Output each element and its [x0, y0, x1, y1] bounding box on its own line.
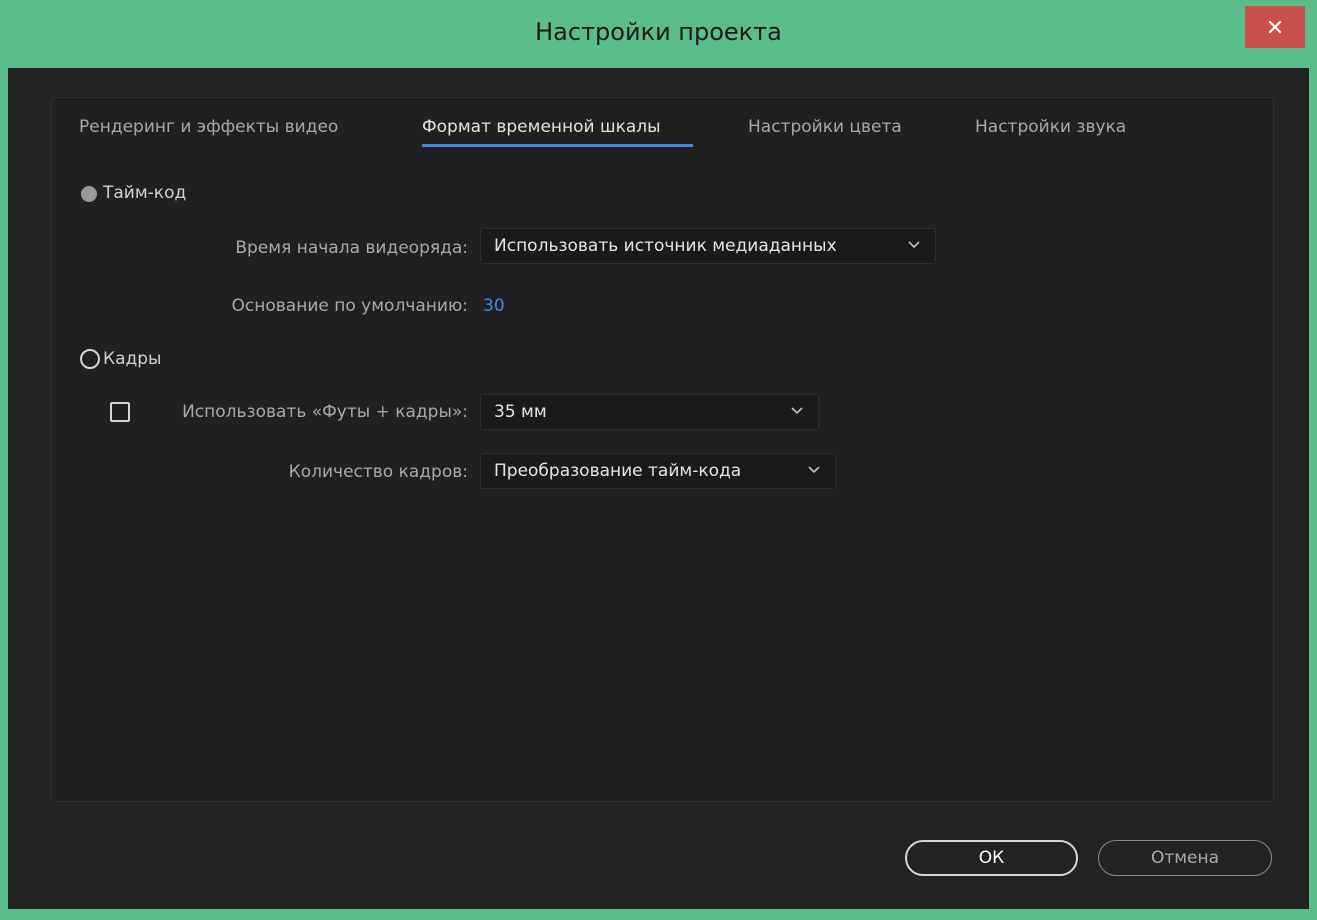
frame-count-select[interactable]: Преобразование тайм-кода: [480, 453, 836, 489]
settings-panel: [51, 97, 1274, 802]
default-base-value[interactable]: 30: [483, 296, 505, 316]
close-icon: [1268, 20, 1282, 34]
window-title: Настройки проекта: [535, 18, 782, 46]
default-base-label: Основание по умолчанию:: [231, 296, 468, 316]
feet-frames-select[interactable]: 35 мм: [480, 394, 819, 430]
chevron-down-icon: [808, 466, 820, 474]
tab-audio-settings[interactable]: Настройки звука: [975, 117, 1126, 137]
chevron-down-icon: [908, 241, 920, 249]
feet-frames-checkbox[interactable]: [110, 402, 130, 422]
frames-label: Кадры: [103, 349, 162, 369]
start-time-value: Использовать источник медиаданных: [494, 236, 837, 256]
timecode-radio[interactable]: [81, 186, 97, 202]
start-time-select[interactable]: Использовать источник медиаданных: [480, 228, 936, 264]
frame-count-label: Количество кадров:: [288, 462, 468, 482]
tab-timeline-format[interactable]: Формат временной шкалы: [422, 117, 661, 137]
close-button[interactable]: [1245, 6, 1305, 48]
cancel-button[interactable]: Отмена: [1098, 840, 1272, 876]
frame-count-value: Преобразование тайм-кода: [494, 461, 742, 481]
chevron-down-icon: [791, 407, 803, 415]
ok-button[interactable]: ОК: [905, 840, 1078, 876]
feet-frames-value: 35 мм: [494, 402, 547, 422]
frames-radio[interactable]: [80, 349, 100, 369]
tab-render-effects[interactable]: Рендеринг и эффекты видео: [79, 117, 338, 137]
start-time-label: Время начала видеоряда:: [235, 238, 468, 258]
feet-frames-label: Использовать «Футы + кадры»:: [182, 402, 468, 422]
timecode-label: Тайм-код: [103, 183, 187, 203]
tab-color-settings[interactable]: Настройки цвета: [748, 117, 902, 137]
active-tab-indicator: [422, 144, 693, 147]
